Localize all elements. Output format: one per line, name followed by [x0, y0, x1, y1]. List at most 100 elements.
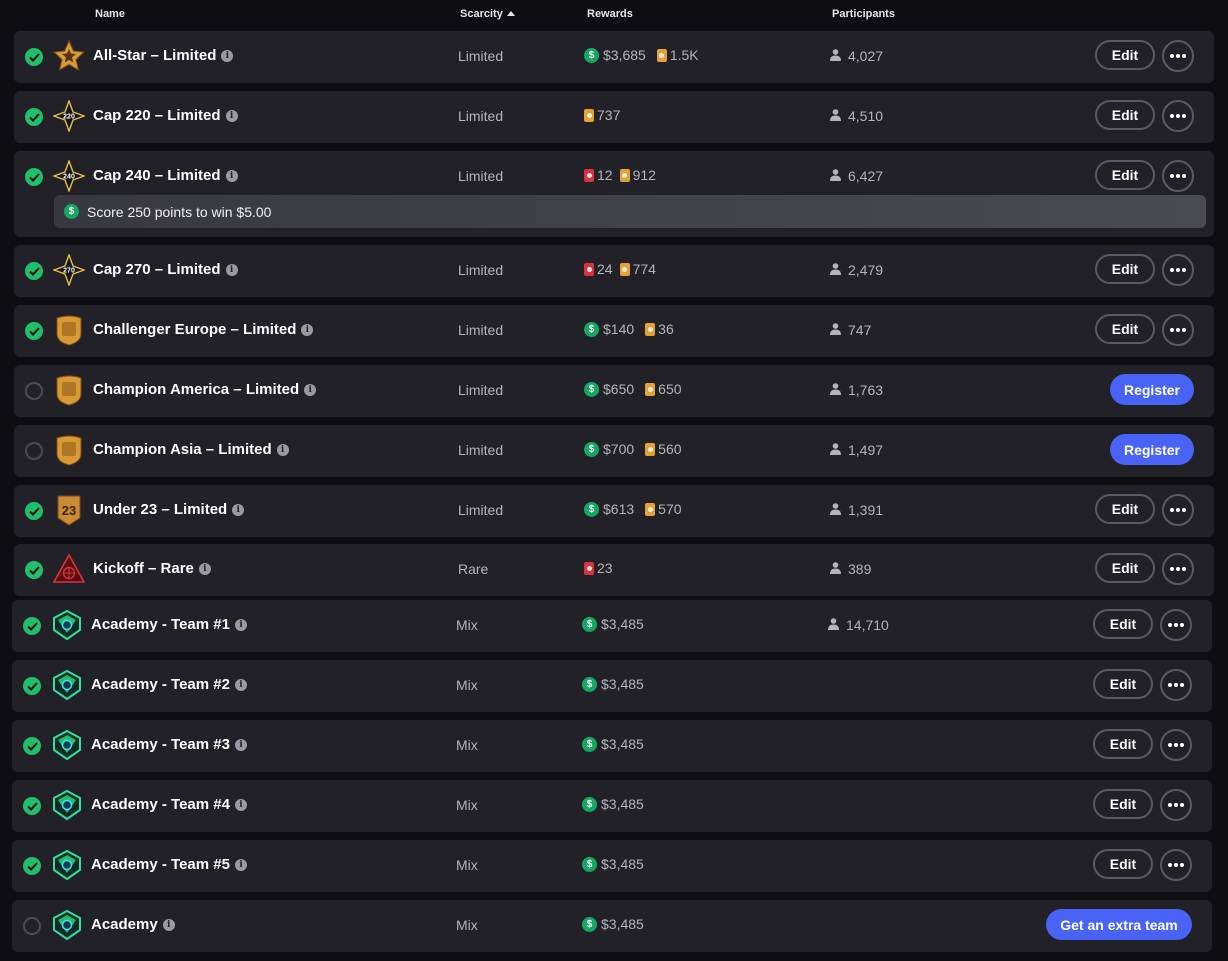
rewards-cell: 23 [584, 560, 613, 576]
table-row: Academy - Team #1 i Mix $ $3,485 14,710 Edit [12, 600, 1212, 652]
rewards-cell: $ $3,485 [582, 676, 648, 692]
more-options-button[interactable] [1162, 40, 1194, 72]
rewards-cell: 737 [584, 107, 620, 123]
limited-card-icon [645, 502, 656, 516]
participants-cell: 389 [829, 561, 871, 577]
edit-button[interactable]: Edit [1095, 314, 1155, 344]
unchecked-status-icon [25, 382, 43, 400]
rewards-cell: 24 774 [584, 261, 656, 277]
edit-button[interactable]: Edit [1095, 160, 1155, 190]
info-icon[interactable]: i [232, 503, 245, 516]
info-icon[interactable]: i [225, 109, 238, 122]
star-badge-icon [52, 39, 86, 72]
participants-cell: 1,763 [829, 382, 883, 398]
info-icon[interactable]: i [234, 678, 247, 691]
info-icon[interactable]: i [234, 618, 247, 631]
academy-badge-icon [51, 609, 83, 641]
edit-button[interactable]: Edit [1093, 609, 1153, 639]
cash-reward: $3,485 [601, 796, 644, 812]
get-extra-team-button[interactable]: Get an extra team [1046, 909, 1192, 940]
rewards-cell: $ $613 570 [584, 501, 682, 517]
cash-reward: $700 [603, 441, 635, 457]
competition-name[interactable]: Kickoff – Rare i [93, 560, 211, 577]
info-icon[interactable]: i [225, 263, 238, 276]
cap-220-badge-icon: 220 [51, 98, 87, 134]
rewards-cell: $ $700 560 [584, 441, 682, 457]
register-button[interactable]: Register [1110, 374, 1194, 405]
competition-name[interactable]: Cap 270 – Limited i [93, 261, 238, 278]
info-icon[interactable]: i [276, 443, 289, 456]
more-options-button[interactable] [1160, 849, 1192, 881]
competition-name[interactable]: Cap 220 – Limited i [93, 107, 238, 124]
edit-button[interactable]: Edit [1095, 40, 1155, 70]
limited-card-icon [645, 382, 656, 396]
info-icon[interactable]: i [198, 562, 211, 575]
edit-button[interactable]: Edit [1093, 669, 1153, 699]
scarcity-value: Mix [456, 857, 478, 873]
edit-button[interactable]: Edit [1095, 494, 1155, 524]
info-icon[interactable]: i [301, 323, 314, 336]
competition-name[interactable]: Academy - Team #4 i [91, 796, 247, 813]
rewards-cell: $ $3,485 [582, 856, 648, 872]
more-options-button[interactable] [1160, 729, 1192, 761]
info-icon[interactable]: i [225, 169, 238, 182]
limited-card-icon [645, 442, 656, 456]
person-icon [827, 617, 846, 633]
promo-banner[interactable]: $ Score 250 points to win $5.00 [54, 195, 1206, 228]
academy-badge-icon [51, 849, 83, 881]
edit-button[interactable]: Edit [1095, 254, 1155, 284]
info-icon[interactable]: i [304, 383, 317, 396]
more-options-button[interactable] [1160, 669, 1192, 701]
cash-reward: $3,485 [601, 916, 644, 932]
more-options-button[interactable] [1162, 254, 1194, 286]
more-options-button[interactable] [1162, 160, 1194, 192]
info-icon[interactable]: i [234, 858, 247, 871]
table-row: Academy - Team #5 i Mix $ $3,485 Edit [12, 840, 1212, 892]
competition-name[interactable]: Academy i [91, 916, 175, 933]
limited-card-reward: 560 [658, 441, 682, 457]
table-row: Academy - Team #3 i Mix $ $3,485 Edit [12, 720, 1212, 772]
competition-name[interactable]: All-Star – Limited i [93, 47, 234, 64]
competition-name[interactable]: Champion Asia – Limited i [93, 441, 289, 458]
edit-button[interactable]: Edit [1093, 849, 1153, 879]
competition-name-label: Champion America – Limited [93, 381, 300, 398]
competition-name-label: Academy - Team #1 [91, 616, 230, 633]
competition-name[interactable]: Cap 240 – Limited i [93, 167, 238, 184]
register-button[interactable]: Register [1110, 434, 1194, 465]
dollar-icon: $ [584, 47, 599, 63]
more-options-button[interactable] [1162, 553, 1194, 585]
competition-name[interactable]: Academy - Team #3 i [91, 736, 247, 753]
person-icon [829, 262, 848, 278]
info-icon[interactable]: i [221, 49, 234, 62]
edit-button[interactable]: Edit [1093, 789, 1153, 819]
academy-badge-icon [51, 729, 83, 761]
info-icon[interactable]: i [162, 918, 175, 931]
competition-name[interactable]: Champion America – Limited i [93, 381, 317, 398]
edit-button[interactable]: Edit [1095, 100, 1155, 130]
checked-status-icon [25, 168, 43, 186]
more-options-button[interactable] [1162, 100, 1194, 132]
competition-name-label: All-Star – Limited [93, 47, 217, 64]
competition-name[interactable]: Academy - Team #2 i [91, 676, 247, 693]
checked-status-icon [23, 677, 41, 695]
more-options-button[interactable] [1162, 314, 1194, 346]
competition-name[interactable]: Under 23 – Limited i [93, 501, 245, 518]
unchecked-status-icon [23, 917, 41, 935]
info-icon[interactable]: i [234, 738, 247, 751]
competition-name[interactable]: Challenger Europe – Limited i [93, 321, 314, 338]
edit-button[interactable]: Edit [1095, 553, 1155, 583]
checked-status-icon [23, 857, 41, 875]
more-options-button[interactable] [1162, 494, 1194, 526]
checked-status-icon [23, 737, 41, 755]
america-badge-icon [53, 374, 85, 406]
competition-list: All-Star – Limited i Limited $ $3,685 1.5K 4,0… [0, 0, 1228, 961]
info-icon[interactable]: i [234, 798, 247, 811]
participants-count: 2,479 [848, 262, 884, 278]
edit-button[interactable]: Edit [1093, 729, 1153, 759]
competition-name[interactable]: Academy - Team #5 i [91, 856, 247, 873]
more-options-button[interactable] [1160, 789, 1192, 821]
competition-name-label: Cap 270 – Limited [93, 261, 221, 278]
checked-status-icon [25, 108, 43, 126]
more-options-button[interactable] [1160, 609, 1192, 641]
competition-name[interactable]: Academy - Team #1 i [91, 616, 247, 633]
